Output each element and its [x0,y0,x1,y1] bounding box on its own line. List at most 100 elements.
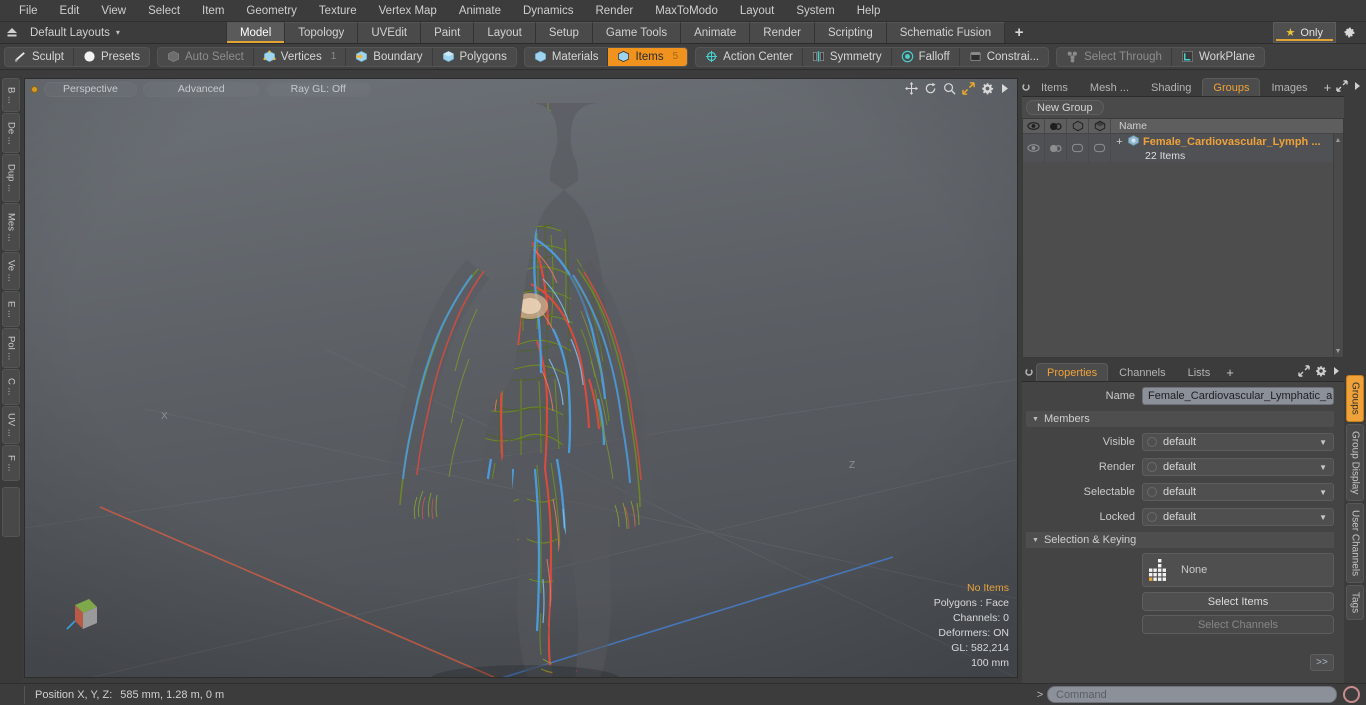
gear-icon[interactable] [981,82,994,98]
chevron-right-icon[interactable] [1000,82,1009,98]
left-tab-fur[interactable]: F ... [2,445,20,481]
left-tab-deform[interactable]: De ... [2,113,20,153]
viewport-perspective-selector[interactable]: Perspective [44,81,137,97]
panel-options-dot[interactable] [1022,78,1030,96]
menu-item-animate[interactable]: Animate [448,0,512,22]
menu-item-item[interactable]: Item [191,0,235,22]
materials-button[interactable]: Materials [525,47,609,66]
expand-icon[interactable] [1298,364,1310,380]
side-tab-groups[interactable]: Groups [1346,375,1364,422]
layout-tab-model[interactable]: Model [225,22,286,43]
shaded-icon[interactable] [1089,119,1111,133]
menu-item-select[interactable]: Select [137,0,191,22]
scroll-down-icon[interactable]: ▼ [1334,347,1342,355]
menu-item-layout[interactable]: Layout [729,0,786,22]
menu-item-geometry[interactable]: Geometry [235,0,308,22]
only-toggle-button[interactable]: ★ Only [1272,22,1336,43]
menu-item-render[interactable]: Render [584,0,644,22]
chevron-right-icon[interactable] [1353,81,1361,94]
command-input[interactable]: Command [1047,686,1337,703]
layout-tab-setup[interactable]: Setup [535,22,593,43]
tab-images[interactable]: Images [1260,78,1318,96]
side-tab-tags[interactable]: Tags [1346,585,1364,621]
layout-tab-layout[interactable]: Layout [474,22,536,43]
gear-icon[interactable] [1336,22,1362,43]
group-row-name-cell[interactable]: + Female_Cardiovascular_Lymph ... 22 Ite… [1111,134,1343,162]
table-row[interactable]: + Female_Cardiovascular_Lymph ... 22 Ite… [1023,134,1343,162]
action-center-button[interactable]: Action Center [696,47,803,66]
tab-lists[interactable]: Lists [1177,363,1222,381]
presets-button[interactable]: Presets [74,48,149,66]
tab-properties[interactable]: Properties [1036,363,1109,381]
left-tab-polygon[interactable]: Pol ... [2,328,20,368]
add-layout-tab-button[interactable]: + [1005,22,1033,43]
layout-tab-uvedit[interactable]: UVEdit [358,22,422,43]
viewport-raygl-selector[interactable]: Ray GL: Off [265,81,371,97]
row-shaded-toggle[interactable] [1089,134,1111,162]
left-tab-mesh-edit[interactable]: Mes ... [2,203,20,251]
left-tab-extra[interactable] [2,487,20,537]
properties-options-dot[interactable] [1022,363,1036,381]
add-panel-tab-button[interactable]: + [1319,78,1337,96]
members-section-header[interactable]: ▼ Members [1026,411,1334,427]
falloff-button[interactable]: Falloff [892,47,960,66]
render-dropdown[interactable]: default ▼ [1142,458,1334,476]
layout-tab-schematic-fusion[interactable]: Schematic Fusion [886,22,1006,43]
3d-viewport[interactable]: Perspective Advanced Ray GL: Off X Z No … [24,78,1018,678]
boundary-button[interactable]: Boundary [346,47,433,66]
expand-icon[interactable] [1336,79,1348,95]
rotate-icon[interactable] [924,82,937,98]
selection-keying-section-header[interactable]: ▼ Selection & Keying [1026,532,1334,548]
constraint-button[interactable]: Constrai... [960,48,1048,66]
layout-tab-render[interactable]: Render [750,22,815,43]
visible-dropdown[interactable]: default ▼ [1142,433,1334,451]
row-wireframe-toggle[interactable] [1067,134,1089,162]
select-items-button[interactable]: Select Items [1142,592,1334,611]
tab-mesh[interactable]: Mesh ... [1079,78,1140,96]
expander-icon[interactable]: + [1115,136,1124,148]
new-group-button[interactable]: New Group [1026,100,1104,115]
sculpt-button[interactable]: Sculpt [5,47,74,66]
scroll-up-icon[interactable]: ▲ [1334,136,1342,144]
view-active-dot[interactable] [31,85,38,93]
workplane-button[interactable]: WorkPlane [1172,48,1264,66]
add-properties-tab-button[interactable]: + [1221,363,1239,381]
zoom-icon[interactable] [943,82,956,98]
menu-item-maxtomodo[interactable]: MaxToModo [644,0,729,22]
side-tab-user-channels[interactable]: User Channels [1346,503,1364,584]
wireframe-icon[interactable] [1067,119,1089,133]
select-channels-button[interactable]: Select Channels [1142,615,1334,634]
selectable-dropdown[interactable]: default ▼ [1142,483,1334,501]
group-list[interactable]: Name + Female_Cardiovascular_Lymph ... 2… [1022,118,1344,358]
pan-icon[interactable] [905,82,918,98]
layout-tab-game-tools[interactable]: Game Tools [592,22,682,43]
left-tab-duplicate[interactable]: Dup ... [2,154,20,202]
side-tab-group-display[interactable]: Group Display [1346,423,1364,502]
tab-shading[interactable]: Shading [1140,78,1202,96]
fit-icon[interactable] [962,82,975,98]
layout-tab-topology[interactable]: Topology [285,22,359,43]
layout-tab-paint[interactable]: Paint [421,22,475,43]
layout-tab-scripting[interactable]: Scripting [814,22,887,43]
menu-item-help[interactable]: Help [846,0,892,22]
menu-item-view[interactable]: View [90,0,137,22]
select-through-button[interactable]: Select Through [1057,47,1172,66]
menu-item-system[interactable]: System [785,0,845,22]
statusbar-drag-handle[interactable] [0,684,24,705]
menu-item-file[interactable]: File [8,0,49,22]
row-eye-toggle[interactable] [1023,134,1045,162]
locked-dropdown[interactable]: default ▼ [1142,508,1334,526]
chevron-right-icon[interactable] [1332,366,1340,379]
tab-items[interactable]: Items [1030,78,1079,96]
render-icon[interactable] [1045,119,1067,133]
tab-channels[interactable]: Channels [1108,363,1176,381]
polygons-button[interactable]: Polygons [433,48,516,66]
default-layouts-selector[interactable]: Default Layouts ▾ [24,22,130,43]
menu-item-edit[interactable]: Edit [49,0,91,22]
left-tab-vertex[interactable]: Ve ... [2,252,20,290]
auto-select-button[interactable]: Auto Select [158,47,254,66]
left-tab-edge[interactable]: E ... [2,291,20,327]
name-input[interactable]: Female_Cardiovascular_Lymphatic_an [1142,387,1334,405]
left-tab-curve[interactable]: C ... [2,369,20,405]
home-up-icon[interactable] [0,22,24,43]
